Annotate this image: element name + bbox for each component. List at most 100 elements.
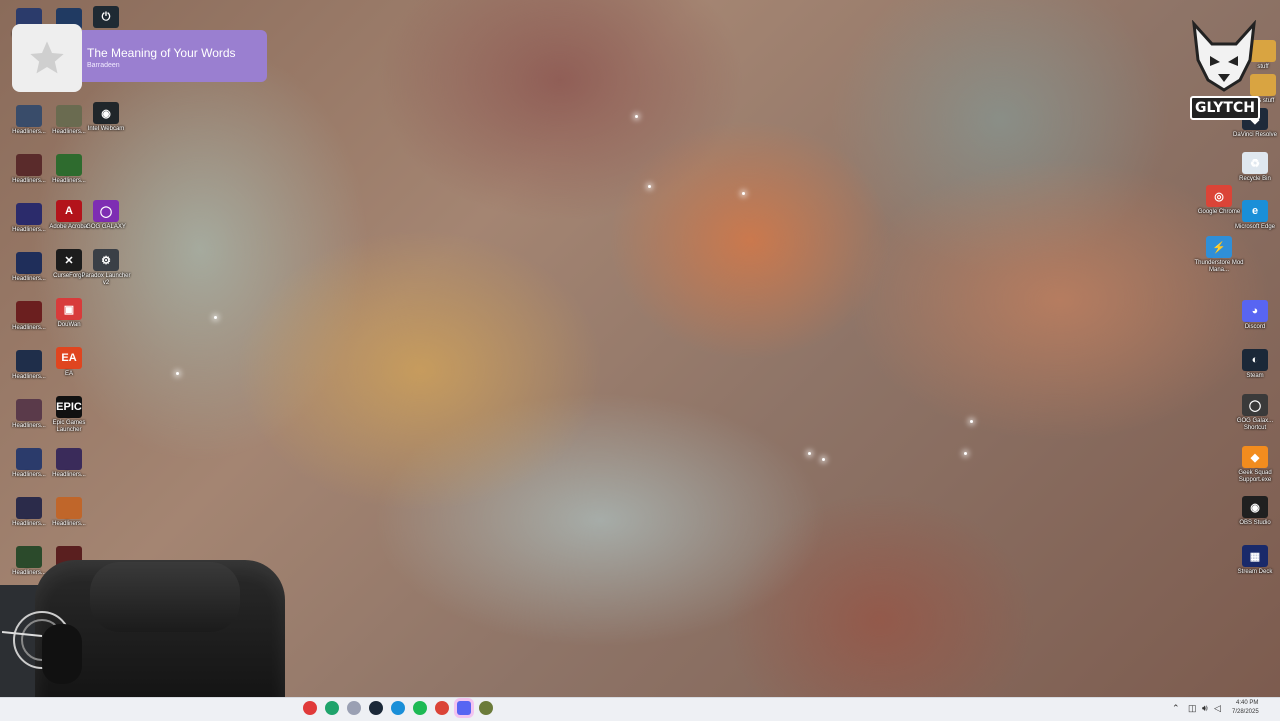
- app-icon: ▦: [1242, 545, 1268, 567]
- desktop-icon-headliners[interactable]: Headliners...: [44, 448, 94, 479]
- star: [635, 115, 638, 118]
- app-icon: [16, 301, 42, 323]
- green-app-icon[interactable]: [325, 701, 339, 715]
- track-title: The Meaning of Your Words: [87, 46, 236, 60]
- desktop-icon-steam[interactable]: ◐ Steam: [1230, 349, 1280, 380]
- app-icon: [16, 203, 42, 225]
- desktop-icon-label: Headliners...: [52, 521, 86, 527]
- desktop-icon-douwan[interactable]: ▣ DouWan: [44, 298, 94, 329]
- desktop-icon-label: Thunderstore Mod Mana...: [1194, 260, 1244, 273]
- desktop-icon-label: DaVinci Resolve: [1233, 132, 1277, 138]
- star: [822, 458, 825, 461]
- desktop-icon-label: Headliners...: [52, 178, 86, 184]
- desktop-icon-label: Recycle Bin: [1239, 176, 1271, 182]
- misc-taskbar-icon[interactable]: [479, 701, 493, 715]
- star: [742, 192, 745, 195]
- desktop-icon-paradox-launcher-v2[interactable]: ⚙ Paradox Launcher v2: [81, 249, 131, 287]
- chrome-taskbar-icon[interactable]: [435, 701, 449, 715]
- app-icon: A: [56, 200, 82, 222]
- tray-speaker-icon[interactable]: ◁: [1214, 703, 1221, 714]
- app-icon: [16, 448, 42, 470]
- desktop-icon-label: Steam: [1246, 373, 1264, 379]
- app-icon: [16, 252, 42, 274]
- app-icon: ◕: [1242, 300, 1268, 322]
- steam-taskbar-icon[interactable]: [369, 701, 383, 715]
- spotify-taskbar-icon[interactable]: [413, 701, 427, 715]
- desktop-icon-geek-squad-support-exe[interactable]: ◆ Geek Squad Support.exe: [1230, 446, 1280, 484]
- app-icon: [56, 497, 82, 519]
- clock-date[interactable]: 7/28/2025: [1232, 709, 1259, 715]
- desktop-icon-gog-galaxy[interactable]: ◯ GOG GALAXY: [81, 200, 131, 231]
- desktop-icon-label: DouWan: [57, 322, 81, 328]
- app-icon: [16, 399, 42, 421]
- microphone-icon: [2, 611, 82, 684]
- fox-mascot-icon: [1191, 19, 1257, 92]
- desktop-icon-label: Epic Games Launcher: [52, 420, 86, 433]
- desktop-icon-obs-studio[interactable]: ◉ OBS Studio: [1230, 496, 1280, 527]
- app-icon: ◎: [1206, 185, 1232, 207]
- desktop-icon-label: Stream Deck: [1237, 569, 1273, 575]
- desktop-icon-label: GOG GALAXY: [86, 224, 126, 230]
- app-icon: [16, 546, 42, 568]
- app-icon: ✕: [56, 249, 82, 271]
- star: [808, 452, 811, 455]
- desktop-icon-label: Discord: [1244, 324, 1266, 330]
- desktop-icon-ea[interactable]: EA EA: [44, 347, 94, 378]
- desktop-icon-thunderstore-mod-mana[interactable]: ⚡ Thunderstore Mod Mana...: [1194, 236, 1244, 274]
- app-icon: ◉: [93, 102, 119, 124]
- star: [964, 452, 967, 455]
- taskbar: [0, 697, 1280, 721]
- desktop-icon-label: EA: [64, 371, 73, 377]
- app-icon: ◆: [1242, 446, 1268, 468]
- desktop-icon-recycle-bin[interactable]: ♻ Recycle Bin: [1230, 152, 1280, 183]
- desktop-icon-headliners[interactable]: Headliners...: [44, 154, 94, 185]
- star-icon: [30, 41, 64, 74]
- desktop-icon-label: OBS Studio: [1239, 520, 1271, 526]
- tray-network-icon[interactable]: ◫: [1188, 703, 1197, 714]
- desktop-icon-label: Intel Webcam: [87, 126, 125, 132]
- desktop-icon-discord[interactable]: ◕ Discord: [1230, 300, 1280, 331]
- red-app-icon[interactable]: [303, 701, 317, 715]
- now-playing-toast[interactable]: The Meaning of Your Words Barradeen: [12, 24, 268, 92]
- app-icon: ◉: [1242, 496, 1268, 518]
- app-icon: [16, 497, 42, 519]
- app-icon: [16, 154, 42, 176]
- app-icon: ♻: [1242, 152, 1268, 174]
- app-icon: EA: [56, 347, 82, 369]
- desktop-icon-intel-webcam[interactable]: ◉ Intel Webcam: [81, 102, 131, 133]
- app-icon: ⚙: [93, 249, 119, 271]
- app-icon: [56, 105, 82, 127]
- gaming-chair-headrest: [90, 562, 240, 632]
- desktop-icon-label: Microsoft Edge: [1234, 224, 1276, 230]
- app-icon: ⚡: [1206, 236, 1232, 258]
- grey-app-icon[interactable]: [347, 701, 361, 715]
- desktop-icon-headliners[interactable]: Headliners...: [44, 497, 94, 528]
- app-icon: EPIC: [56, 396, 82, 418]
- discord-taskbar-icon[interactable]: [457, 701, 471, 715]
- desktop-icon-label: Geek Squad Support.exe: [1238, 470, 1272, 483]
- app-icon: e: [1242, 200, 1268, 222]
- app-icon: ◯: [1242, 394, 1268, 416]
- logo-wordmark: GLYTCH: [1190, 96, 1260, 120]
- desktop-icon-label: Headliners...: [52, 472, 86, 478]
- star: [214, 316, 217, 319]
- tray-volume-icon[interactable]: 🔊︎: [1202, 703, 1208, 714]
- desktop-icon-label: GOG Galax... Shortcut: [1236, 418, 1274, 431]
- star: [648, 185, 651, 188]
- glytch-logo: GLYTCH: [1188, 19, 1260, 120]
- app-icon: ◯: [93, 200, 119, 222]
- app-icon: ▣: [56, 298, 82, 320]
- desktop-icon-epic-games-launcher[interactable]: EPIC Epic Games Launcher: [44, 396, 94, 434]
- tray-chevron-icon[interactable]: ⌃: [1172, 703, 1180, 714]
- app-icon: [56, 448, 82, 470]
- desktop-icon-microsoft-edge[interactable]: e Microsoft Edge: [1230, 200, 1280, 231]
- album-art: [12, 24, 82, 92]
- app-icon: [16, 105, 42, 127]
- app-icon: ◐: [1242, 349, 1268, 371]
- app-icon: [16, 350, 42, 372]
- desktop-icon-stream-deck[interactable]: ▦ Stream Deck: [1230, 545, 1280, 576]
- desktop-icon-gog-galax-shortcut[interactable]: ◯ GOG Galax... Shortcut: [1230, 394, 1280, 432]
- edge-taskbar-icon[interactable]: [391, 701, 405, 715]
- desktop-icon-label: Paradox Launcher v2: [81, 273, 131, 286]
- clock-time[interactable]: 4:40 PM: [1236, 700, 1258, 706]
